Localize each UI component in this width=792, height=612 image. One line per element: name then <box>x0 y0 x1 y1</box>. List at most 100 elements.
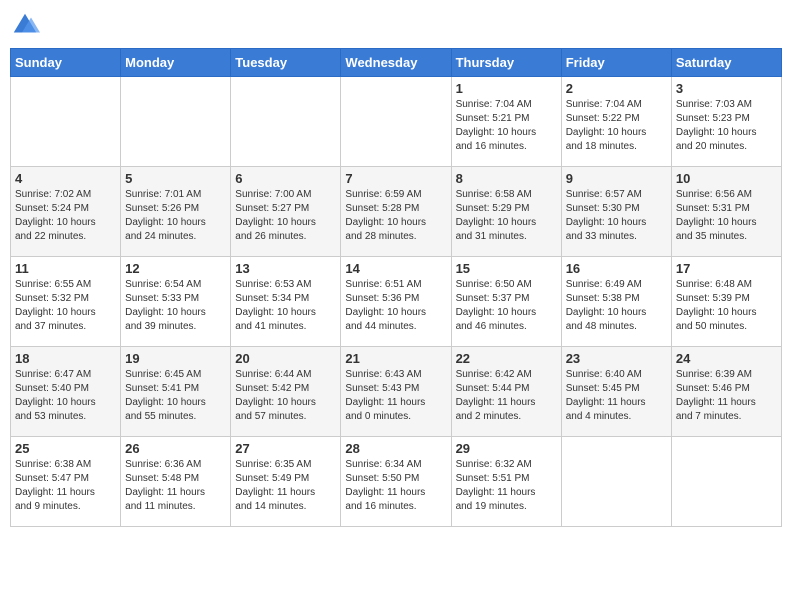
day-cell: 21 Sunrise: 6:43 AM Sunset: 5:43 PM Dayli… <box>341 347 451 437</box>
day-number: 29 <box>456 441 557 456</box>
day-cell: 25 Sunrise: 6:38 AM Sunset: 5:47 PM Dayli… <box>11 437 121 527</box>
day-cell: 9Sunrise: 6:57 AM Sunset: 5:30 PM Daylig… <box>561 167 671 257</box>
day-cell: 27 Sunrise: 6:35 AM Sunset: 5:49 PM Dayli… <box>231 437 341 527</box>
calendar-header: SundayMondayTuesdayWednesdayThursdayFrid… <box>11 49 782 77</box>
day-cell: 17 Sunrise: 6:48 AM Sunset: 5:39 PM Dayli… <box>671 257 781 347</box>
day-info: Sunrise: 6:59 AM Sunset: 5:28 PM Dayligh… <box>345 188 446 244</box>
day-info: Sunrise: 6:56 AM Sunset: 5:31 PM Dayligh… <box>676 188 777 244</box>
day-info: Sunrise: 6:51 AM Sunset: 5:36 PM Dayligh… <box>345 278 446 334</box>
day-cell: 11 Sunrise: 6:55 AM Sunset: 5:32 PM Dayli… <box>11 257 121 347</box>
day-number: 8 <box>456 171 557 186</box>
day-info: Sunrise: 6:32 AM Sunset: 5:51 PM Dayligh… <box>456 458 557 514</box>
header-cell-friday: Friday <box>561 49 671 77</box>
day-number: 14 <box>345 261 446 276</box>
day-number: 28 <box>345 441 446 456</box>
logo-icon <box>10 10 40 40</box>
day-number: 17 <box>676 261 777 276</box>
day-number: 1 <box>456 81 557 96</box>
header-cell-saturday: Saturday <box>671 49 781 77</box>
day-info: Sunrise: 6:47 AM Sunset: 5:40 PM Dayligh… <box>15 368 116 424</box>
day-cell: 12 Sunrise: 6:54 AM Sunset: 5:33 PM Dayli… <box>121 257 231 347</box>
day-info: Sunrise: 6:53 AM Sunset: 5:34 PM Dayligh… <box>235 278 336 334</box>
day-number: 27 <box>235 441 336 456</box>
day-cell: 28 Sunrise: 6:34 AM Sunset: 5:50 PM Dayli… <box>341 437 451 527</box>
day-number: 6 <box>235 171 336 186</box>
day-info: Sunrise: 6:34 AM Sunset: 5:50 PM Dayligh… <box>345 458 446 514</box>
day-number: 2 <box>566 81 667 96</box>
week-row-3: 11 Sunrise: 6:55 AM Sunset: 5:32 PM Dayli… <box>11 257 782 347</box>
day-info: Sunrise: 6:49 AM Sunset: 5:38 PM Dayligh… <box>566 278 667 334</box>
day-info: Sunrise: 7:02 AM Sunset: 5:24 PM Dayligh… <box>15 188 116 244</box>
header-cell-thursday: Thursday <box>451 49 561 77</box>
day-cell <box>231 77 341 167</box>
day-cell: 14 Sunrise: 6:51 AM Sunset: 5:36 PM Dayli… <box>341 257 451 347</box>
day-cell: 24 Sunrise: 6:39 AM Sunset: 5:46 PM Dayli… <box>671 347 781 437</box>
day-number: 21 <box>345 351 446 366</box>
header-row: SundayMondayTuesdayWednesdayThursdayFrid… <box>11 49 782 77</box>
week-row-1: 1Sunrise: 7:04 AM Sunset: 5:21 PM Daylig… <box>11 77 782 167</box>
page-header <box>10 10 782 40</box>
day-number: 26 <box>125 441 226 456</box>
day-cell: 5 Sunrise: 7:01 AM Sunset: 5:26 PM Daylig… <box>121 167 231 257</box>
day-info: Sunrise: 6:36 AM Sunset: 5:48 PM Dayligh… <box>125 458 226 514</box>
day-info: Sunrise: 7:04 AM Sunset: 5:22 PM Dayligh… <box>566 98 667 154</box>
week-row-5: 25 Sunrise: 6:38 AM Sunset: 5:47 PM Dayli… <box>11 437 782 527</box>
day-cell: 3 Sunrise: 7:03 AM Sunset: 5:23 PM Daylig… <box>671 77 781 167</box>
day-number: 4 <box>15 171 116 186</box>
day-info: Sunrise: 6:38 AM Sunset: 5:47 PM Dayligh… <box>15 458 116 514</box>
header-cell-wednesday: Wednesday <box>341 49 451 77</box>
day-info: Sunrise: 6:54 AM Sunset: 5:33 PM Dayligh… <box>125 278 226 334</box>
day-cell <box>121 77 231 167</box>
week-row-4: 18 Sunrise: 6:47 AM Sunset: 5:40 PM Dayli… <box>11 347 782 437</box>
day-info: Sunrise: 6:55 AM Sunset: 5:32 PM Dayligh… <box>15 278 116 334</box>
day-cell: 20Sunrise: 6:44 AM Sunset: 5:42 PM Dayli… <box>231 347 341 437</box>
day-cell <box>561 437 671 527</box>
day-info: Sunrise: 6:50 AM Sunset: 5:37 PM Dayligh… <box>456 278 557 334</box>
day-info: Sunrise: 6:43 AM Sunset: 5:43 PM Dayligh… <box>345 368 446 424</box>
day-number: 13 <box>235 261 336 276</box>
day-number: 9 <box>566 171 667 186</box>
day-number: 7 <box>345 171 446 186</box>
day-number: 18 <box>15 351 116 366</box>
day-cell: 18 Sunrise: 6:47 AM Sunset: 5:40 PM Dayli… <box>11 347 121 437</box>
day-info: Sunrise: 6:39 AM Sunset: 5:46 PM Dayligh… <box>676 368 777 424</box>
day-number: 23 <box>566 351 667 366</box>
day-cell: 16Sunrise: 6:49 AM Sunset: 5:38 PM Dayli… <box>561 257 671 347</box>
week-row-2: 4 Sunrise: 7:02 AM Sunset: 5:24 PM Daylig… <box>11 167 782 257</box>
day-number: 11 <box>15 261 116 276</box>
day-cell: 26 Sunrise: 6:36 AM Sunset: 5:48 PM Dayli… <box>121 437 231 527</box>
day-cell: 1Sunrise: 7:04 AM Sunset: 5:21 PM Daylig… <box>451 77 561 167</box>
logo <box>10 10 44 40</box>
day-cell: 15Sunrise: 6:50 AM Sunset: 5:37 PM Dayli… <box>451 257 561 347</box>
day-info: Sunrise: 6:58 AM Sunset: 5:29 PM Dayligh… <box>456 188 557 244</box>
calendar-table: SundayMondayTuesdayWednesdayThursdayFrid… <box>10 48 782 527</box>
day-info: Sunrise: 7:00 AM Sunset: 5:27 PM Dayligh… <box>235 188 336 244</box>
day-number: 24 <box>676 351 777 366</box>
day-number: 25 <box>15 441 116 456</box>
day-info: Sunrise: 6:48 AM Sunset: 5:39 PM Dayligh… <box>676 278 777 334</box>
day-number: 12 <box>125 261 226 276</box>
day-info: Sunrise: 6:35 AM Sunset: 5:49 PM Dayligh… <box>235 458 336 514</box>
day-cell <box>11 77 121 167</box>
day-cell: 23 Sunrise: 6:40 AM Sunset: 5:45 PM Dayli… <box>561 347 671 437</box>
day-info: Sunrise: 6:42 AM Sunset: 5:44 PM Dayligh… <box>456 368 557 424</box>
day-cell: 7 Sunrise: 6:59 AM Sunset: 5:28 PM Daylig… <box>341 167 451 257</box>
day-cell: 8 Sunrise: 6:58 AM Sunset: 5:29 PM Daylig… <box>451 167 561 257</box>
day-number: 22 <box>456 351 557 366</box>
day-cell: 4 Sunrise: 7:02 AM Sunset: 5:24 PM Daylig… <box>11 167 121 257</box>
header-cell-monday: Monday <box>121 49 231 77</box>
day-cell <box>671 437 781 527</box>
day-cell: 2 Sunrise: 7:04 AM Sunset: 5:22 PM Daylig… <box>561 77 671 167</box>
day-number: 10 <box>676 171 777 186</box>
day-cell: 29 Sunrise: 6:32 AM Sunset: 5:51 PM Dayli… <box>451 437 561 527</box>
day-number: 5 <box>125 171 226 186</box>
header-cell-sunday: Sunday <box>11 49 121 77</box>
calendar-body: 1Sunrise: 7:04 AM Sunset: 5:21 PM Daylig… <box>11 77 782 527</box>
day-number: 19 <box>125 351 226 366</box>
day-info: Sunrise: 7:01 AM Sunset: 5:26 PM Dayligh… <box>125 188 226 244</box>
day-info: Sunrise: 6:45 AM Sunset: 5:41 PM Dayligh… <box>125 368 226 424</box>
day-number: 3 <box>676 81 777 96</box>
day-cell: 10 Sunrise: 6:56 AM Sunset: 5:31 PM Dayli… <box>671 167 781 257</box>
day-info: Sunrise: 7:03 AM Sunset: 5:23 PM Dayligh… <box>676 98 777 154</box>
day-info: Sunrise: 6:40 AM Sunset: 5:45 PM Dayligh… <box>566 368 667 424</box>
